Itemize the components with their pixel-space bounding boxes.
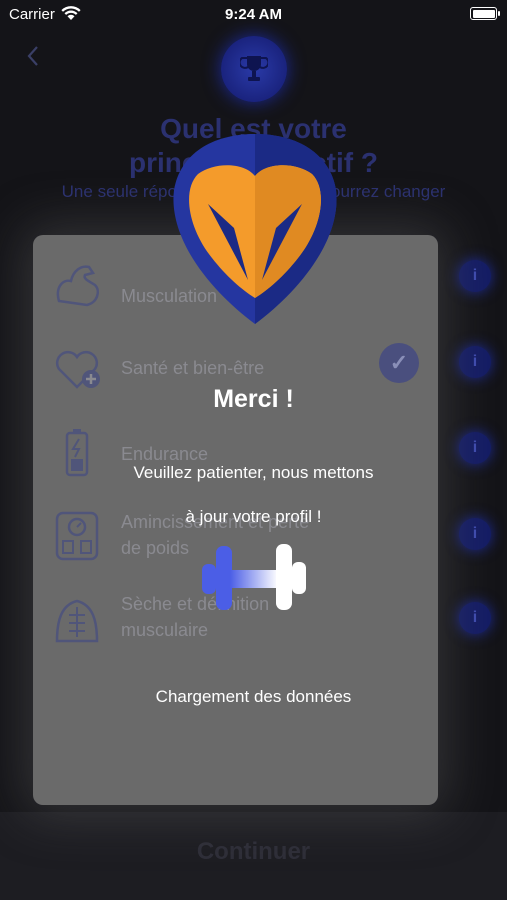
status-bar: Carrier 9:24 AM bbox=[0, 0, 507, 30]
modal-title: Merci ! bbox=[213, 385, 294, 413]
battery-icon bbox=[470, 7, 500, 20]
trophy-icon bbox=[240, 56, 268, 81]
continue-button[interactable]: Continuer bbox=[0, 838, 507, 866]
modal-message: Veuillez patienter, nous mettons à jour … bbox=[0, 440, 507, 550]
info-button[interactable]: i bbox=[459, 346, 491, 378]
loading-text: Chargement des données bbox=[155, 687, 352, 706]
flexed-arm-icon bbox=[56, 265, 99, 307]
checkmark-icon: ✓ bbox=[379, 343, 419, 383]
dumbbell-icon bbox=[202, 544, 306, 610]
clock: 9:24 AM bbox=[225, 6, 282, 23]
shield-logo-icon bbox=[173, 134, 337, 324]
modal-message-line: Veuillez patienter, nous mettons bbox=[133, 463, 374, 482]
option-label: Santé et bien-être bbox=[121, 358, 265, 378]
info-button[interactable]: i bbox=[459, 260, 491, 292]
chevron-left-icon[interactable] bbox=[26, 44, 40, 68]
torso-icon bbox=[55, 599, 99, 643]
trophy-badge bbox=[221, 36, 287, 102]
info-button[interactable]: i bbox=[459, 602, 491, 634]
modal-message-line: à jour votre profil ! bbox=[185, 507, 322, 526]
